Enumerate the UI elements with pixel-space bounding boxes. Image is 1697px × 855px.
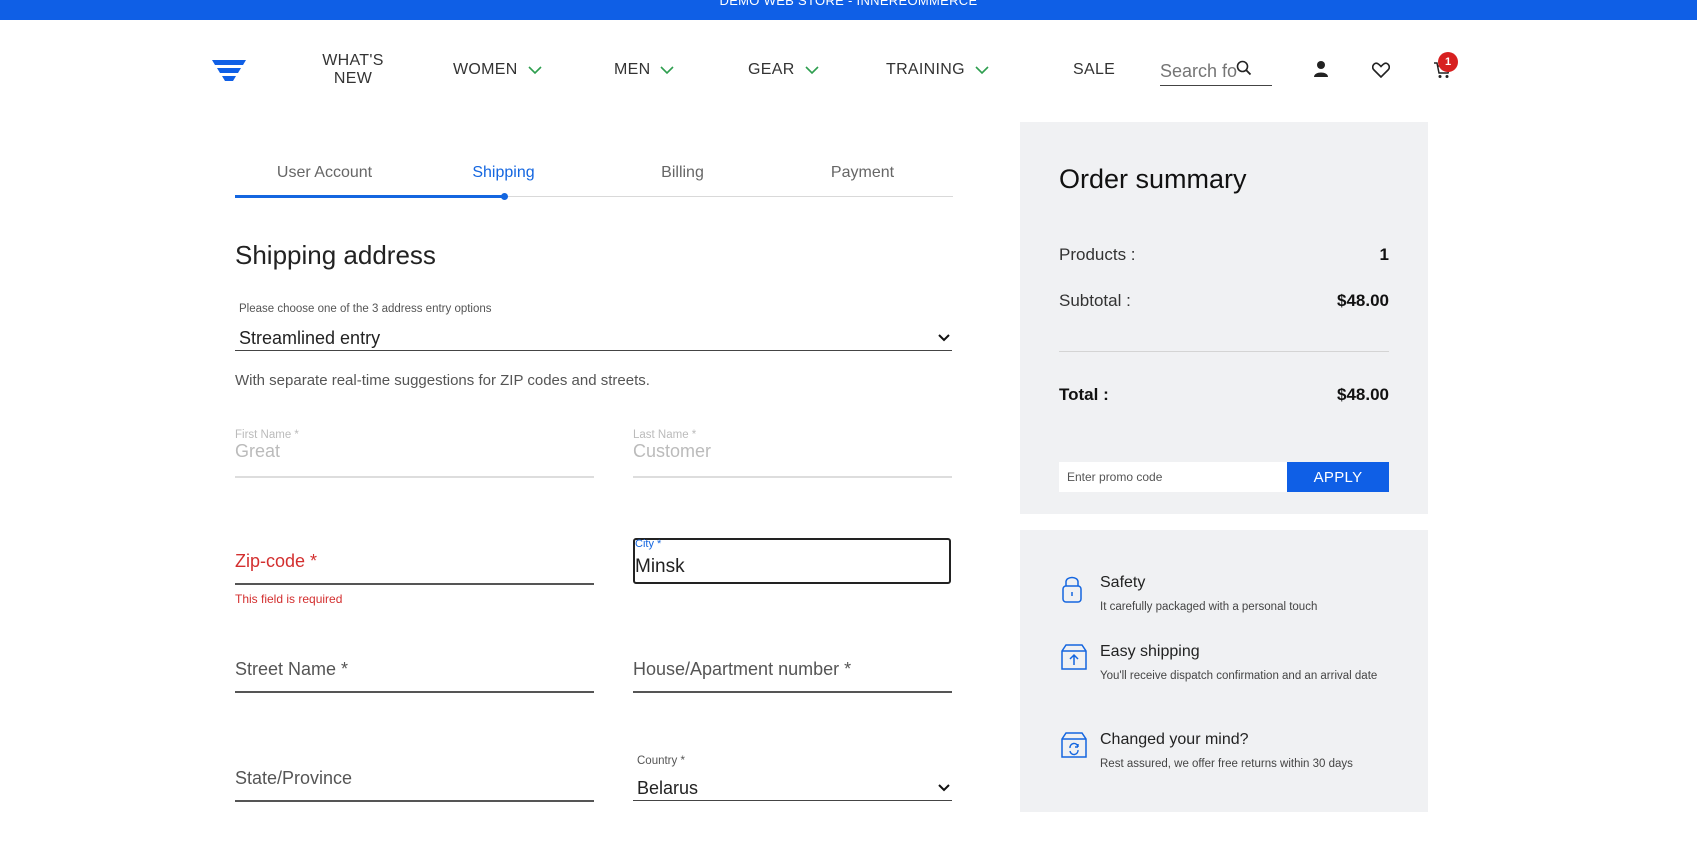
order-summary-title: Order summary (1059, 164, 1247, 194)
nav-whats-new-line2: NEW (333, 70, 373, 87)
nav-whats-new-line1: WHAT'S (322, 52, 384, 69)
lock-icon (1062, 576, 1082, 603)
city-input[interactable]: City * Minsk (633, 538, 951, 584)
nav-training[interactable]: TRAINING (886, 61, 989, 79)
nav-women-label: WOMEN (453, 61, 518, 78)
step-payment[interactable]: Payment (773, 164, 952, 182)
steps-progress-dot (501, 193, 508, 200)
page-title: Shipping address (235, 240, 436, 270)
country-select[interactable]: Belarus (633, 776, 952, 801)
zip-code-underline (235, 583, 594, 585)
nav-sale-label: SALE (1073, 61, 1116, 78)
zip-code-error: This field is required (235, 592, 343, 606)
chevron-down-icon (938, 334, 950, 342)
promo-topbar: DEMO WEB STORE - INNEREOMMERCE (0, 0, 1697, 20)
last-name-field[interactable]: Last Name * Customer (633, 429, 711, 462)
nav-gear-label: GEAR (748, 61, 795, 78)
entry-options-label: Please choose one of the 3 address entry… (239, 303, 492, 315)
shipping-box-icon (1061, 644, 1087, 670)
nav-sale[interactable]: SALE (1073, 61, 1115, 79)
nav-training-label: TRAINING (886, 61, 965, 78)
nav-gear[interactable]: GEAR (748, 61, 819, 79)
street-name-underline (235, 691, 594, 693)
return-box-icon (1061, 732, 1087, 758)
entry-options-select[interactable]: Streamlined entry (235, 326, 952, 351)
state-province-input[interactable]: State/Province (235, 768, 352, 789)
state-province-underline (235, 800, 594, 802)
last-name-underline (633, 476, 952, 478)
entry-options-value: Streamlined entry (239, 327, 381, 348)
nav-women[interactable]: WOMEN (453, 61, 542, 79)
first-name-value: Great (235, 441, 281, 461)
zip-code-input[interactable]: Zip-code * (235, 551, 317, 572)
step-billing[interactable]: Billing (593, 164, 772, 182)
perk-returns-title: Changed your mind? (1100, 731, 1249, 748)
perk-safety-title: Safety (1100, 574, 1146, 591)
steps-progress (235, 195, 504, 198)
order-summary-panel: Order summary Products : 1 Subtotal : $4… (1020, 122, 1428, 514)
country-value: Belarus (637, 777, 699, 798)
search-box[interactable] (1160, 57, 1272, 86)
subtotal-label: Subtotal : (1059, 291, 1131, 310)
step-shipping[interactable]: Shipping (414, 164, 593, 182)
total-value: $48.00 (1337, 385, 1389, 404)
summary-divider (1059, 351, 1389, 352)
subtotal-value: $48.00 (1337, 291, 1389, 310)
benefits-panel: Safety It carefully packaged with a pers… (1020, 530, 1428, 812)
checkout-steps: User Account Shipping Billing Payment (235, 164, 953, 200)
city-label: City * (635, 538, 662, 550)
summary-subtotal-row: Subtotal : $48.00 (1059, 291, 1389, 311)
chevron-down-icon (660, 66, 675, 75)
chevron-down-icon (938, 784, 950, 792)
topbar-text: DEMO WEB STORE - INNEREOMMERCE (719, 0, 978, 8)
first-name-underline (235, 476, 594, 478)
chevron-down-icon (804, 66, 819, 75)
products-label: Products : (1059, 245, 1136, 264)
summary-total-row: Total : $48.00 (1059, 385, 1389, 405)
promo-code-input[interactable]: Enter promo code (1059, 462, 1287, 492)
perk-safety-desc: It carefully packaged with a personal to… (1100, 601, 1318, 613)
first-name-label: First Name * (235, 429, 299, 441)
chevron-down-icon (528, 66, 542, 75)
house-number-underline (633, 691, 952, 693)
user-account-icon[interactable] (1313, 60, 1329, 78)
perk-easy-shipping-title: Easy shipping (1100, 643, 1200, 660)
apply-promo-button[interactable]: APPLY (1287, 462, 1389, 492)
nav-men-label: MEN (614, 61, 651, 78)
nav-men[interactable]: MEN (614, 61, 675, 79)
store-logo-icon[interactable] (210, 58, 248, 84)
products-value: 1 (1379, 245, 1389, 264)
search-icon[interactable] (1236, 60, 1252, 76)
nav-whats-new[interactable]: WHAT'S NEW (318, 52, 388, 88)
perk-returns-desc: Rest assured, we offer free returns with… (1100, 758, 1353, 770)
wishlist-heart-icon[interactable] (1372, 62, 1390, 78)
step-user-account[interactable]: User Account (235, 164, 414, 182)
entry-options-hint: With separate real-time suggestions for … (235, 372, 650, 389)
street-name-input[interactable]: Street Name * (235, 659, 348, 680)
city-value: Minsk (635, 556, 685, 577)
search-input[interactable] (1160, 60, 1240, 82)
last-name-label: Last Name * (633, 429, 697, 441)
perk-easy-shipping-desc: You'll receive dispatch confirmation and… (1100, 670, 1378, 682)
cart-count-badge: 1 (1438, 52, 1458, 72)
country-label: Country * (637, 755, 685, 767)
first-name-field[interactable]: First Name * Great (235, 429, 299, 462)
house-number-input[interactable]: House/Apartment number * (633, 659, 851, 680)
summary-products-row: Products : 1 (1059, 245, 1389, 265)
chevron-down-icon (975, 66, 989, 75)
last-name-value: Customer (633, 441, 712, 461)
total-label: Total : (1059, 385, 1109, 404)
